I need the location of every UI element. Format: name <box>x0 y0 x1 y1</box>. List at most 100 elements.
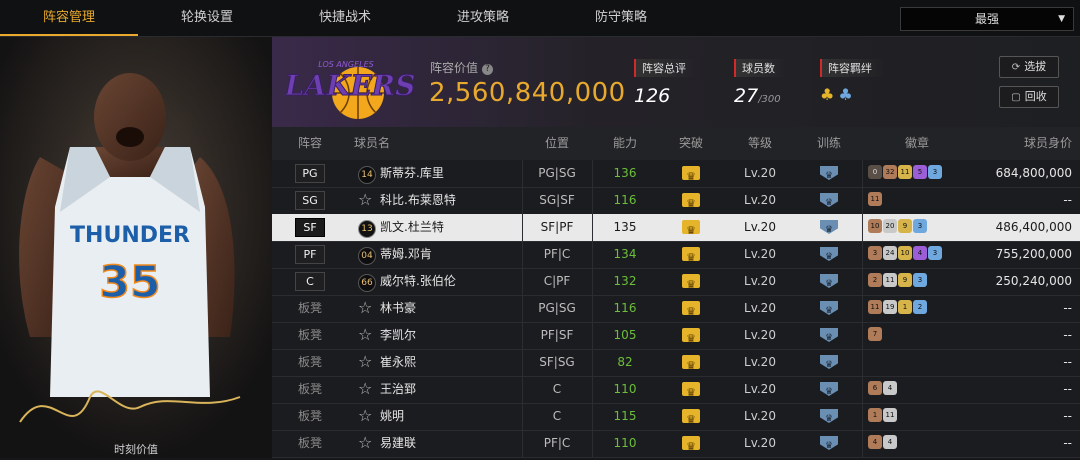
scout-button[interactable]: ⟳ 选拔 <box>999 56 1059 78</box>
help-icon[interactable]: ? <box>482 64 494 75</box>
badge-icon[interactable]: 6 <box>868 381 882 395</box>
training-shield-icon[interactable] <box>820 274 838 288</box>
training-shield-icon[interactable] <box>820 328 838 342</box>
badge-list[interactable]: 11 19 1 2 <box>868 300 928 318</box>
training-cell[interactable] <box>796 241 862 268</box>
tab-rotation[interactable]: 轮换设置 <box>138 0 276 34</box>
training-cell[interactable] <box>796 349 862 376</box>
crown-icon[interactable] <box>682 190 700 217</box>
training-cell[interactable] <box>796 268 862 295</box>
table-row[interactable]: SF 13凯文.杜兰特 SF|PF 135 Lv.20 102093 486,400,000 <box>272 214 1080 244</box>
badge-icon[interactable]: 11 <box>868 192 882 206</box>
badge-icon[interactable]: 10 <box>868 219 882 233</box>
table-row[interactable]: PF04蒂姆.邓肯PF|C134Lv.203241043755,200,000 <box>272 241 1080 271</box>
breakthrough-cell[interactable] <box>658 268 724 298</box>
training-cell[interactable] <box>796 376 862 403</box>
breakthrough-cell[interactable] <box>658 376 724 406</box>
crown-icon[interactable] <box>682 244 700 271</box>
training-cell[interactable] <box>796 322 862 349</box>
badge-list[interactable]: 11 <box>868 192 883 210</box>
table-row[interactable]: 板凳 ☆ 易建联 PF|C 110 Lv.20 44 -- <box>272 430 1080 460</box>
col-training[interactable]: 训练 <box>796 127 862 160</box>
breakthrough-cell[interactable] <box>658 241 724 271</box>
crown-icon[interactable] <box>682 325 700 352</box>
badge-icon[interactable]: 32 <box>883 165 897 179</box>
training-cell[interactable] <box>796 214 862 241</box>
badge-icon[interactable]: 7 <box>868 327 882 341</box>
table-row[interactable]: 板凳 ☆ 林书豪 PG|SG 116 Lv.20 111912 -- <box>272 295 1080 325</box>
training-shield-icon[interactable] <box>820 193 838 207</box>
col-level[interactable]: 等级 <box>724 127 796 160</box>
bond-gold-icon[interactable]: ♣ <box>820 85 838 104</box>
player-name[interactable]: 崔永熙 <box>380 349 520 376</box>
crown-icon[interactable] <box>682 379 700 406</box>
lineup-select[interactable]: 最强 ▼ <box>900 7 1074 31</box>
badge-icon[interactable]: 11 <box>883 408 897 422</box>
crown-icon[interactable] <box>682 217 700 244</box>
badge-icon[interactable]: 3 <box>868 246 882 260</box>
table-row[interactable]: 板凳 ☆ 李凯尔 PF|SF 105 Lv.20 7 -- <box>272 322 1080 352</box>
badge-icon[interactable]: 10 <box>898 246 912 260</box>
training-cell[interactable] <box>796 403 862 430</box>
col-ability[interactable]: 能力 <box>592 127 658 160</box>
badge-list[interactable]: 44 <box>868 435 898 453</box>
badge-icon[interactable]: 3 <box>913 273 927 287</box>
col-position[interactable]: 位置 <box>522 127 592 160</box>
table-row[interactable]: 板凳 ☆ 崔永熙 SF|SG 82 Lv.20 -- <box>272 349 1080 379</box>
badge-list[interactable]: 1 11 <box>868 408 898 426</box>
badge-icon[interactable]: 1 <box>898 300 912 314</box>
badge-icon[interactable]: 9 <box>898 273 912 287</box>
crown-icon[interactable] <box>682 406 700 433</box>
training-shield-icon[interactable] <box>820 166 838 180</box>
training-shield-icon[interactable] <box>820 247 838 261</box>
table-row[interactable]: PG 14斯蒂芬.库里 PG|SG 136 Lv.20 0321153 684,800,00… <box>272 160 1080 190</box>
crown-icon[interactable] <box>682 352 700 379</box>
badge-icon[interactable]: 4 <box>868 435 882 449</box>
crown-icon[interactable] <box>682 271 700 298</box>
player-name[interactable]: 林书豪 <box>380 295 520 322</box>
breakthrough-cell[interactable] <box>658 160 724 190</box>
col-breakthrough[interactable]: 突破 <box>658 127 724 160</box>
crown-icon[interactable] <box>682 298 700 325</box>
training-shield-icon[interactable] <box>820 355 838 369</box>
badge-icon[interactable]: 3 <box>928 246 942 260</box>
tab-lineup[interactable]: 阵容管理 <box>0 0 138 36</box>
training-shield-icon[interactable] <box>820 436 838 450</box>
training-shield-icon[interactable] <box>820 382 838 396</box>
badge-list[interactable]: 7 <box>868 327 883 345</box>
badge-icon[interactable]: 2 <box>913 300 927 314</box>
training-cell[interactable] <box>796 187 862 214</box>
player-name[interactable]: 凯文.杜兰特 <box>380 214 520 241</box>
tab-offense[interactable]: 进攻策略 <box>414 0 552 34</box>
training-shield-icon[interactable] <box>820 220 838 234</box>
breakthrough-cell[interactable] <box>658 349 724 379</box>
training-cell[interactable] <box>796 295 862 322</box>
tab-defense[interactable]: 防守策略 <box>552 0 690 34</box>
breakthrough-cell[interactable] <box>658 403 724 433</box>
badge-icon[interactable]: 3 <box>928 165 942 179</box>
breakthrough-cell[interactable] <box>658 295 724 325</box>
recycle-button[interactable]: ▢ 回收 <box>999 86 1059 108</box>
badge-list[interactable]: 10 20 9 3 <box>868 219 928 237</box>
col-value[interactable]: 球员身价 <box>972 127 1072 160</box>
player-name[interactable]: 易建联 <box>380 430 520 457</box>
breakthrough-cell[interactable] <box>658 322 724 352</box>
training-cell[interactable] <box>796 160 862 187</box>
badge-icon[interactable]: 4 <box>883 381 897 395</box>
player-name[interactable]: 斯蒂芬.库里 <box>380 160 520 187</box>
badge-icon[interactable]: 24 <box>883 246 897 260</box>
breakthrough-cell[interactable] <box>658 214 724 244</box>
crown-icon[interactable] <box>682 433 700 460</box>
training-cell[interactable] <box>796 430 862 457</box>
bond-blue-icon[interactable]: ♣ <box>838 85 856 104</box>
badge-list[interactable]: 2 11 9 3 <box>868 273 928 291</box>
col-lineup[interactable]: 阵容 <box>272 127 348 160</box>
bond-icons[interactable]: ♣♣ <box>820 85 884 104</box>
training-shield-icon[interactable] <box>820 409 838 423</box>
badge-icon[interactable]: 1 <box>868 408 882 422</box>
badge-icon[interactable]: 20 <box>883 219 897 233</box>
table-row[interactable]: SG ☆ 科比.布莱恩特 SG|SF 116 Lv.20 11 -- <box>272 187 1080 217</box>
badge-icon[interactable]: 2 <box>868 273 882 287</box>
training-shield-icon[interactable] <box>820 301 838 315</box>
badge-list[interactable]: 64 <box>868 381 898 399</box>
